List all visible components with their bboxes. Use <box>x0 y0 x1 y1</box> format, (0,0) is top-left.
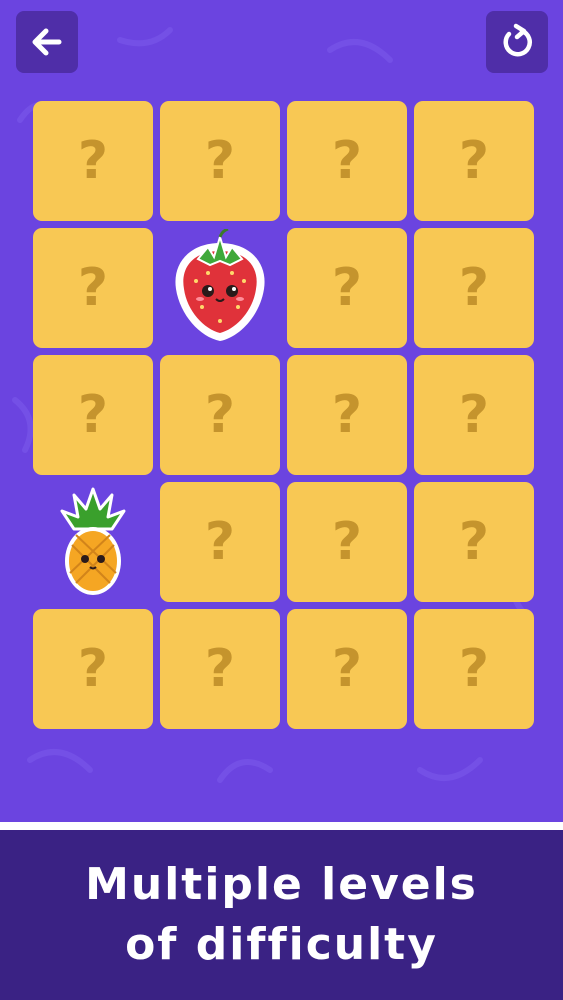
grid-cell: ? <box>160 101 280 221</box>
hidden-card[interactable]: ? <box>160 355 280 475</box>
banner-line-2: of difficulty <box>125 919 438 970</box>
promo-banner: Multiple levels of difficulty <box>0 830 563 1000</box>
strawberry-card[interactable] <box>160 228 280 348</box>
grid-cell: ? <box>414 101 534 221</box>
grid-cell: ? <box>33 355 153 475</box>
question-mark-icon: ? <box>331 385 363 445</box>
grid-cell <box>160 228 280 348</box>
hidden-card[interactable]: ? <box>160 609 280 729</box>
pineapple-card[interactable] <box>33 482 153 602</box>
banner-divider <box>0 822 563 830</box>
grid-cell: ? <box>160 482 280 602</box>
arrow-left-icon <box>32 28 62 56</box>
hidden-card[interactable]: ? <box>160 482 280 602</box>
question-mark-icon: ? <box>204 385 236 445</box>
hidden-card[interactable]: ? <box>287 609 407 729</box>
question-mark-icon: ? <box>458 385 490 445</box>
question-mark-icon: ? <box>331 258 363 318</box>
question-mark-icon: ? <box>331 512 363 572</box>
hidden-card[interactable]: ? <box>414 482 534 602</box>
grid-cell <box>33 482 153 602</box>
question-mark-icon: ? <box>458 512 490 572</box>
hidden-card[interactable]: ? <box>414 355 534 475</box>
question-mark-icon: ? <box>77 385 109 445</box>
hidden-card[interactable]: ? <box>414 609 534 729</box>
hidden-card[interactable]: ? <box>287 482 407 602</box>
card-grid: ?????????????????? <box>33 101 534 729</box>
question-mark-icon: ? <box>331 639 363 699</box>
hidden-card[interactable]: ? <box>33 228 153 348</box>
back-button[interactable] <box>16 11 78 73</box>
hidden-card[interactable]: ? <box>414 228 534 348</box>
restart-icon <box>503 23 532 57</box>
grid-cell: ? <box>33 228 153 348</box>
hidden-card[interactable]: ? <box>287 355 407 475</box>
hidden-card[interactable]: ? <box>160 101 280 221</box>
question-mark-icon: ? <box>204 639 236 699</box>
hidden-card[interactable]: ? <box>33 355 153 475</box>
question-mark-icon: ? <box>458 258 490 318</box>
question-mark-icon: ? <box>458 131 490 191</box>
grid-cell: ? <box>414 482 534 602</box>
grid-cell: ? <box>287 101 407 221</box>
hidden-card[interactable]: ? <box>287 101 407 221</box>
question-mark-icon: ? <box>331 131 363 191</box>
grid-cell: ? <box>287 228 407 348</box>
grid-cell: ? <box>414 228 534 348</box>
banner-caption: Multiple levels of difficulty <box>85 855 478 975</box>
grid-cell: ? <box>33 101 153 221</box>
grid-cell: ? <box>287 609 407 729</box>
restart-button[interactable] <box>486 11 548 73</box>
question-mark-icon: ? <box>204 512 236 572</box>
grid-cell: ? <box>160 355 280 475</box>
hidden-card[interactable]: ? <box>414 101 534 221</box>
grid-cell: ? <box>287 355 407 475</box>
grid-cell: ? <box>33 609 153 729</box>
question-mark-icon: ? <box>77 639 109 699</box>
question-mark-icon: ? <box>204 131 236 191</box>
grid-cell: ? <box>160 609 280 729</box>
question-mark-icon: ? <box>77 131 109 191</box>
hidden-card[interactable]: ? <box>33 101 153 221</box>
hidden-card[interactable]: ? <box>33 609 153 729</box>
strawberry-icon <box>175 229 265 341</box>
grid-cell: ? <box>414 355 534 475</box>
pineapple-icon <box>60 487 126 595</box>
question-mark-icon: ? <box>458 639 490 699</box>
question-mark-icon: ? <box>77 258 109 318</box>
grid-cell: ? <box>287 482 407 602</box>
banner-line-1: Multiple levels <box>85 859 478 910</box>
grid-cell: ? <box>414 609 534 729</box>
hidden-card[interactable]: ? <box>287 228 407 348</box>
